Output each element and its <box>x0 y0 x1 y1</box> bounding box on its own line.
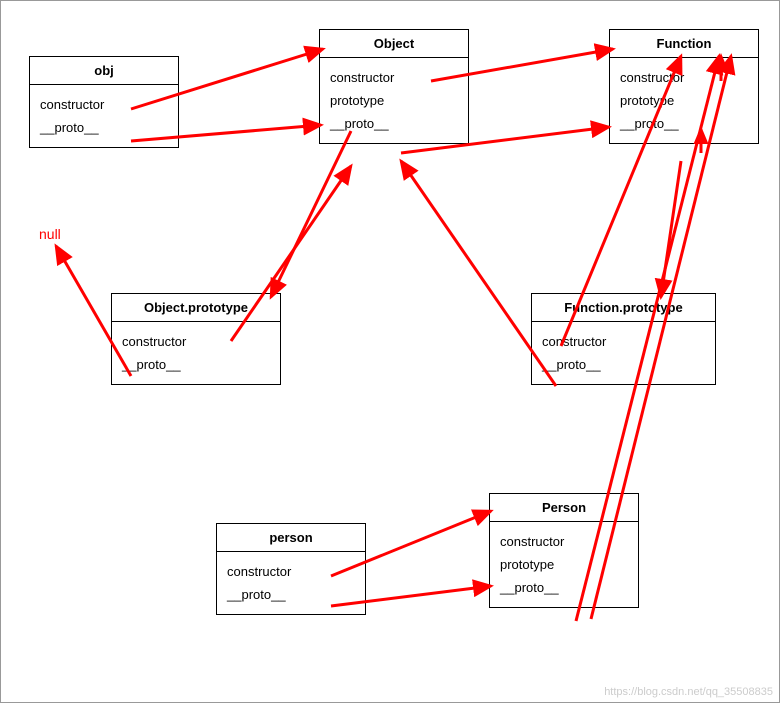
box-person-class: Person constructor prototype __proto__ <box>489 493 639 608</box>
box-person-class-constructor: constructor <box>500 530 628 553</box>
box-obj-title: obj <box>30 57 178 85</box>
box-object: Object constructor prototype __proto__ <box>319 29 469 144</box>
box-person: person constructor __proto__ <box>216 523 366 615</box>
box-obj: obj constructor __proto__ <box>29 56 179 148</box>
box-object-prototype-proto: __proto__ <box>122 353 270 376</box>
box-function: Function constructor prototype __proto__ <box>609 29 759 144</box>
box-object-prototype: prototype <box>330 89 458 112</box>
box-person-title: person <box>217 524 365 552</box>
box-function-prototype: prototype <box>620 89 748 112</box>
box-function-prototype-title: Function.prototype <box>532 294 715 322</box>
box-object-title: Object <box>320 30 468 58</box>
diagram-container: null obj constructor __proto__ Object co… <box>0 0 780 703</box>
box-obj-constructor: constructor <box>40 93 168 116</box>
box-obj-proto: __proto__ <box>40 116 168 139</box>
box-person-class-proto: __proto__ <box>500 576 628 599</box>
null-label: null <box>39 226 61 242</box>
box-function-constructor: constructor <box>620 66 748 89</box>
box-object-prototype-title: Object.prototype <box>112 294 280 322</box>
box-function-prototype: Function.prototype constructor __proto__ <box>531 293 716 385</box>
box-object-prototype-constructor: constructor <box>122 330 270 353</box>
box-function-proto: __proto__ <box>620 112 748 135</box>
arrow-object-prototype-to-objectproto <box>271 131 351 297</box>
box-person-constructor: constructor <box>227 560 355 583</box>
box-person-class-prototype: prototype <box>500 553 628 576</box>
box-object-prototype: Object.prototype constructor __proto__ <box>111 293 281 385</box>
box-object-proto: __proto__ <box>330 112 458 135</box>
box-person-proto: __proto__ <box>227 583 355 606</box>
box-person-class-title: Person <box>490 494 638 522</box>
box-object-constructor: constructor <box>330 66 458 89</box>
arrow-function-prototype-to-functionproto <box>661 161 681 297</box>
watermark: https://blog.csdn.net/qq_35508835 <box>604 686 773 698</box>
box-function-prototype-proto: __proto__ <box>542 353 705 376</box>
box-function-prototype-constructor: constructor <box>542 330 705 353</box>
box-function-title: Function <box>610 30 758 58</box>
